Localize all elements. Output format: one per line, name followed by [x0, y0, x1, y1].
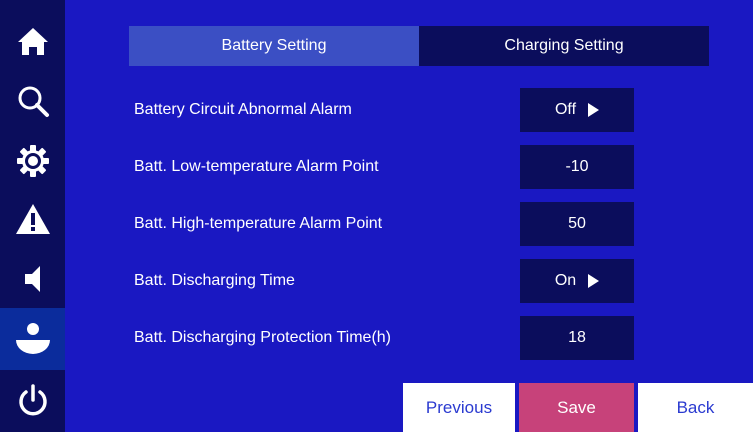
nav-user[interactable]	[0, 308, 65, 370]
setting-label-low-temp: Batt. Low-temperature Alarm Point	[134, 158, 379, 175]
warning-icon	[15, 204, 50, 234]
gear-icon	[16, 145, 49, 177]
nav-home[interactable]	[0, 10, 65, 72]
tab-label: Charging Setting	[504, 37, 624, 54]
tab-bar: Battery Setting Charging Setting	[129, 26, 709, 66]
value-text: -10	[565, 158, 589, 175]
previous-button[interactable]: Previous	[403, 383, 515, 432]
value-text: 18	[568, 329, 586, 346]
save-button[interactable]: Save	[519, 383, 634, 432]
setting-value-low-temp[interactable]: -10	[520, 145, 634, 189]
value-text: 50	[568, 215, 586, 232]
setting-value-circuit-alarm[interactable]: Off	[520, 88, 634, 132]
nav-search[interactable]	[0, 70, 65, 132]
user-icon	[15, 323, 50, 354]
nav-power[interactable]	[0, 370, 65, 432]
power-icon	[18, 384, 47, 416]
nav-sound[interactable]	[0, 248, 65, 310]
sidebar	[0, 0, 65, 432]
tab-battery-setting[interactable]: Battery Setting	[129, 26, 419, 66]
setting-value-discharging-time[interactable]: On	[520, 259, 634, 303]
play-arrow-icon	[588, 103, 600, 117]
setting-label-discharging-time: Batt. Discharging Time	[134, 272, 295, 289]
play-arrow-icon	[588, 274, 600, 288]
value-text: Off	[554, 101, 577, 118]
setting-label-protection-time: Batt. Discharging Protection Time(h)	[134, 329, 391, 346]
nav-alarm[interactable]	[0, 188, 65, 250]
setting-value-protection-time[interactable]: 18	[520, 316, 634, 360]
setting-value-high-temp[interactable]: 50	[520, 202, 634, 246]
tab-label: Battery Setting	[221, 37, 327, 54]
nav-settings[interactable]	[0, 130, 65, 192]
back-button[interactable]: Back	[638, 383, 753, 432]
search-icon	[18, 86, 49, 117]
value-text: On	[554, 272, 577, 289]
home-icon	[17, 28, 48, 55]
setting-label-circuit-alarm: Battery Circuit Abnormal Alarm	[134, 101, 352, 118]
speaker-icon	[24, 266, 40, 292]
tab-charging-setting[interactable]: Charging Setting	[419, 26, 709, 66]
setting-label-high-temp: Batt. High-temperature Alarm Point	[134, 215, 383, 232]
